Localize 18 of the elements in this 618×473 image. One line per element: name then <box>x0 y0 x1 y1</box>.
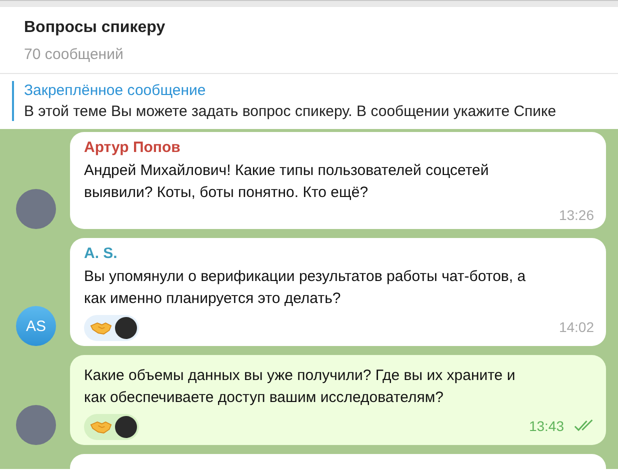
pinned-message[interactable]: Закреплённое сообщение В этой теме Вы можете задать вопрос спикеру. В сообщении укажите Спике <box>12 81 618 121</box>
pinned-label: Закреплённое сообщение <box>24 82 207 99</box>
message-time: 14:02 <box>558 318 594 334</box>
message-text: Какие объемы данных вы уже получили? Где вы их храните и как обеспечиваете доступ вашим исследователям? <box>84 366 516 408</box>
sender-name[interactable]: Артур Попов <box>84 139 594 156</box>
reactor-avatar <box>115 416 137 438</box>
user-avatar[interactable]: AS <box>16 306 56 346</box>
sender-name[interactable]: A. S. <box>84 245 594 262</box>
chat-title: Вопросы спикеру <box>24 19 166 37</box>
reactor-avatar <box>115 317 137 339</box>
message-time: 13:43 <box>528 418 564 434</box>
message-text: Андрей Михайлович! Какие типы пользователей соцсетей выявили? Коты, боты понятно. Кто ещё? <box>84 161 490 203</box>
message-time: 13:26 <box>558 207 594 223</box>
reaction-chip[interactable] <box>84 414 139 440</box>
message-count: 70 сообщений <box>24 46 124 63</box>
message-text: Вы упомянули о верификации результатов работы чат-ботов, а как именно планируется это делать? <box>84 267 527 309</box>
pinned-text: В этой теме Вы можете задать вопрос спикеру. В сообщении укажите Спике <box>24 103 558 120</box>
reaction-chip[interactable] <box>84 315 139 341</box>
